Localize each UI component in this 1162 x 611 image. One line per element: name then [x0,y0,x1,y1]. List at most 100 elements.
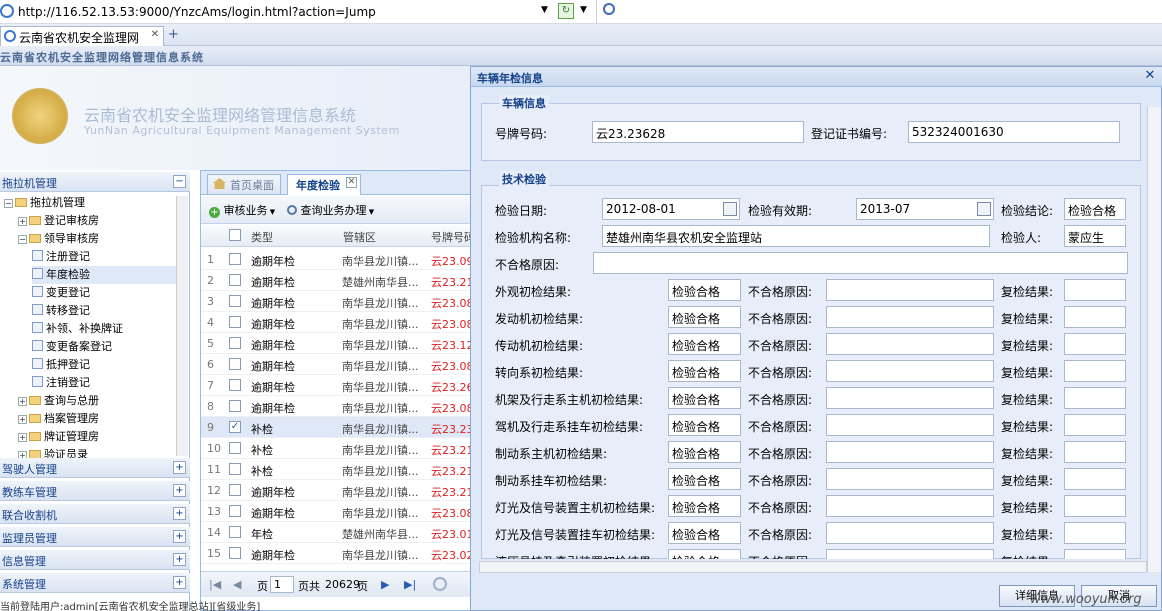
item-result-input[interactable]: 检验合格 [668,468,741,490]
row-checkbox[interactable] [229,463,241,475]
row-checkbox[interactable] [229,358,241,370]
item-result-input[interactable]: 检验合格 [668,360,741,382]
table-row[interactable]: 1 逾期年检 南华县龙川镇... 云23.09 [201,249,476,270]
tree-item[interactable]: + 查询与总册 [18,392,176,410]
fail-reason-input[interactable] [826,522,994,544]
tree-item[interactable]: 变更登记 [32,284,176,302]
nav-scrollbar[interactable] [176,196,188,456]
column-plate[interactable]: 号牌号码 [431,229,475,245]
recheck-input[interactable] [1064,387,1126,409]
nav-section[interactable]: 监理员管理 + [0,527,190,547]
table-row[interactable]: 2 逾期年检 楚雄州南华县... 云23.21 [201,270,476,291]
dropdown-icon[interactable]: ▼ [541,5,548,15]
dialog-scrollbar[interactable] [1147,107,1161,572]
expand-icon[interactable]: + [173,576,186,589]
expand-icon[interactable]: + [173,507,186,520]
row-checkbox[interactable] [229,484,241,496]
recheck-input[interactable] [1064,468,1126,490]
expand-icon[interactable]: + [173,553,186,566]
expand-icon[interactable]: + [18,217,27,226]
tree-item[interactable]: 转移登记 [32,302,176,320]
item-result-input[interactable]: 检验合格 [668,387,741,409]
table-row[interactable]: 6 逾期年检 南华县龙川镇... 云23.08 [201,354,476,375]
fail-reason-input[interactable] [826,414,994,436]
table-row[interactable]: 11 补检 南华县龙川镇... 云23.21 [201,459,476,480]
expand-icon[interactable]: + [173,461,186,474]
recheck-input[interactable] [1064,360,1126,382]
item-result-input[interactable]: 检验合格 [668,306,741,328]
close-tab-icon[interactable]: ✕ [151,29,159,40]
row-checkbox[interactable] [229,505,241,517]
review-business-button[interactable]: + 审核业务 ▼ [209,202,275,218]
table-row[interactable]: 10 补检 南华县龙川镇... 云23.21 [201,438,476,459]
item-result-input[interactable]: 检验合格 [668,549,741,559]
nav-section[interactable]: 信息管理 + [0,550,190,570]
tree-item[interactable]: 注册登记 [32,248,176,266]
expand-icon[interactable]: − [18,235,27,244]
query-business-button[interactable]: 查询业务办理 ▼ [287,202,374,218]
recheck-input[interactable] [1064,522,1126,544]
fail-reason-input[interactable] [826,468,994,490]
recheck-input[interactable] [1064,441,1126,463]
table-row[interactable]: 9 ✓ 补检 南华县龙川镇... 云23.23 [201,417,476,438]
fail-reason-input[interactable] [826,441,994,463]
row-checkbox[interactable] [229,274,241,286]
row-checkbox[interactable] [229,526,241,538]
tree-item[interactable]: 注销登记 [32,374,176,392]
column-type[interactable]: 类型 [251,229,273,245]
next-page-icon[interactable]: ▶ [381,578,389,591]
refresh-icon[interactable]: ↻ [558,3,574,19]
nav-section[interactable]: 联合收割机 + [0,504,190,524]
nav-header[interactable]: 拖拉机管理 − [0,172,190,192]
select-all-checkbox[interactable] [229,229,241,241]
url-text[interactable]: http://116.52.13.53:9000/YnzcAms/login.h… [18,5,376,19]
fail-reason-input[interactable] [826,495,994,517]
item-result-input[interactable]: 检验合格 [668,522,741,544]
refresh-icon[interactable] [433,577,447,591]
item-result-input[interactable]: 检验合格 [668,279,741,301]
address-bar[interactable]: http://116.52.13.53:9000/YnzcAms/login.h… [0,0,1162,24]
item-result-input[interactable]: 检验合格 [668,414,741,436]
table-row[interactable]: 3 逾期年检 南华县龙川镇... 云23.08 [201,291,476,312]
browser-tab[interactable]: 云南省农机安全监理网 ✕ [0,26,164,46]
fail-reason-input[interactable] [826,333,994,355]
tree-item[interactable]: + 档案管理房 [18,410,176,428]
table-row[interactable]: 7 逾期年检 南华县龙川镇... 云23.26 [201,375,476,396]
prev-page-icon[interactable]: ◀ [233,578,241,591]
row-checkbox[interactable] [229,547,241,559]
row-checkbox[interactable] [229,253,241,265]
expand-icon[interactable]: + [173,484,186,497]
row-checkbox[interactable] [229,316,241,328]
expand-icon[interactable]: + [18,415,27,424]
row-checkbox[interactable]: ✓ [229,421,241,433]
tree-item[interactable]: − 拖拉机管理 [4,194,176,212]
table-row[interactable]: 13 逾期年检 南华县龙川镇... 云23.08 [201,501,476,522]
fail-reason-input[interactable] [826,549,994,559]
table-row[interactable]: 5 逾期年检 南华县龙川镇... 云23.12 [201,333,476,354]
row-checkbox[interactable] [229,337,241,349]
dialog-h-scrollbar[interactable] [479,561,1147,573]
fail-reason-input[interactable] [826,387,994,409]
nav-section[interactable]: 系统管理 + [0,573,190,593]
expand-icon[interactable]: − [4,199,13,208]
item-result-input[interactable]: 检验合格 [668,333,741,355]
expand-icon[interactable]: + [18,397,27,406]
expand-icon[interactable]: + [173,530,186,543]
column-district[interactable]: 管辖区 [343,229,376,245]
tree-item[interactable]: 抵押登记 [32,356,176,374]
close-tab-icon[interactable]: ✕ [346,177,357,188]
new-tab-icon[interactable]: + [168,27,179,42]
tab-annual-inspection[interactable]: 年度检验 ✕ [287,174,361,195]
page-input[interactable]: 1 [270,576,294,593]
tree-item[interactable]: 补领、补换牌证 [32,320,176,338]
item-result-input[interactable]: 检验合格 [668,441,741,463]
row-checkbox[interactable] [229,295,241,307]
fail-reason-input[interactable] [826,306,994,328]
tree-item[interactable]: − 领导审核房 [18,230,176,248]
expand-icon[interactable]: + [18,433,27,442]
nav-section[interactable]: 驾驶人管理 + [0,458,190,478]
last-page-icon[interactable]: ▶| [404,578,416,591]
item-result-input[interactable]: 检验合格 [668,495,741,517]
nav-section[interactable]: 教练车管理 + [0,481,190,501]
table-row[interactable]: 8 逾期年检 南华县龙川镇... 云23.08 [201,396,476,417]
